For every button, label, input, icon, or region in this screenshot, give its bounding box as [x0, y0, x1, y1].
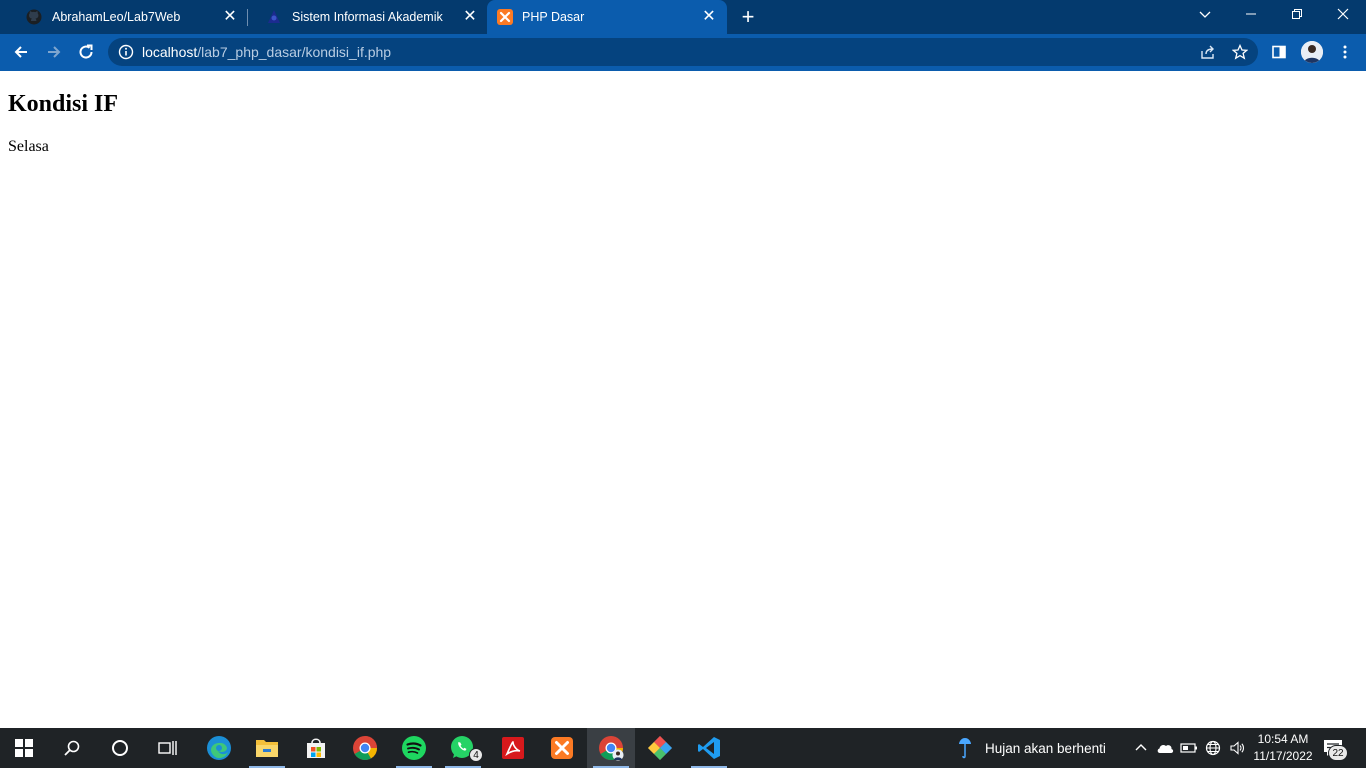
- share-icon[interactable]: [1199, 43, 1217, 61]
- tab-github[interactable]: AbrahamLeo/Lab7Web ✕: [8, 0, 248, 34]
- network-globe-icon[interactable]: [1204, 739, 1222, 757]
- vscode-app[interactable]: [685, 728, 733, 768]
- volume-icon[interactable]: [1228, 739, 1246, 757]
- chevron-up-icon: [1135, 744, 1147, 751]
- close-window-button[interactable]: [1320, 4, 1366, 26]
- restore-button[interactable]: [1274, 4, 1320, 26]
- cortana-button[interactable]: [96, 728, 144, 768]
- url-path: /lab7_php_dasar/kondisi_if.php: [197, 44, 392, 60]
- task-view-icon: [158, 741, 177, 755]
- close-tab-icon[interactable]: ✕: [701, 9, 717, 25]
- chevron-down-icon: [1199, 11, 1211, 18]
- taskbar: 4 Hujan akan berhenti 10:54 AM 11/17/202…: [0, 728, 1366, 768]
- new-tab-button[interactable]: +: [738, 6, 758, 28]
- close-tab-icon[interactable]: ✕: [462, 9, 478, 25]
- acrobat-app[interactable]: [489, 728, 537, 768]
- git-app[interactable]: [636, 728, 684, 768]
- vscode-icon: [698, 737, 720, 759]
- minimize-icon: [1246, 13, 1256, 15]
- file-explorer-app[interactable]: [243, 728, 291, 768]
- xampp-app[interactable]: [538, 728, 586, 768]
- side-panel-icon[interactable]: [1270, 43, 1288, 61]
- page-text: Selasa: [8, 138, 49, 155]
- xampp-icon: [497, 9, 513, 25]
- whatsapp-app[interactable]: 4: [439, 728, 487, 768]
- arrow-right-icon: [48, 46, 61, 58]
- task-view-button[interactable]: [144, 728, 192, 768]
- search-button[interactable]: [48, 728, 96, 768]
- battery-icon[interactable]: [1180, 739, 1198, 757]
- notification-center-button[interactable]: 22: [1323, 738, 1351, 761]
- close-tab-icon[interactable]: ✕: [222, 9, 238, 25]
- onedrive-icon[interactable]: [1156, 739, 1174, 757]
- weather-text: Hujan akan berhenti: [985, 740, 1106, 756]
- acrobat-icon: [502, 737, 524, 759]
- start-icon: [15, 739, 33, 757]
- reload-icon: [79, 44, 93, 59]
- minimize-button[interactable]: [1228, 4, 1274, 26]
- chrome-profile-icon: [599, 736, 624, 761]
- close-icon: [1337, 8, 1349, 20]
- whatsapp-badge: 4: [469, 748, 483, 762]
- store-icon: [307, 738, 325, 758]
- show-hidden-icons[interactable]: [1132, 739, 1150, 757]
- cortana-icon: [112, 740, 128, 756]
- tab-php-dasar[interactable]: PHP Dasar ✕: [487, 0, 727, 34]
- spotify-app[interactable]: [390, 728, 438, 768]
- store-app[interactable]: [292, 728, 340, 768]
- spotify-icon: [402, 736, 426, 760]
- arrow-left-icon: [14, 46, 27, 58]
- tab-strip: AbrahamLeo/Lab7Web ✕ Sistem Informasi Ak…: [0, 0, 1366, 34]
- search-icon: [64, 740, 80, 756]
- umbrella-rain-icon: [959, 738, 971, 759]
- url-host: localhost: [142, 44, 198, 60]
- edge-icon: [207, 736, 231, 760]
- clock-time: 10:54 AM: [1257, 732, 1309, 746]
- start-button[interactable]: [0, 728, 48, 768]
- xampp-icon: [551, 737, 573, 759]
- restore-icon: [1292, 9, 1302, 19]
- page-content: Kondisi IF Selasa: [0, 71, 1366, 728]
- file-explorer-icon: [256, 740, 278, 757]
- edge-app[interactable]: [195, 728, 243, 768]
- chrome-app[interactable]: [341, 728, 389, 768]
- site-info-icon[interactable]: [117, 43, 135, 61]
- chrome-icon: [353, 736, 377, 761]
- profile-avatar[interactable]: [1301, 41, 1323, 63]
- forward-button[interactable]: [41, 39, 67, 65]
- notification-count-badge: 22: [1328, 745, 1348, 761]
- reload-button[interactable]: [73, 39, 99, 65]
- menu-kebab-icon[interactable]: [1336, 43, 1354, 61]
- system-clock[interactable]: 10:54 AM 11/17/2022: [1248, 731, 1318, 765]
- site-logo-icon: [266, 9, 282, 25]
- chrome-profile-app[interactable]: [587, 728, 635, 768]
- page-heading: Kondisi IF: [8, 91, 119, 117]
- weather-widget[interactable]: Hujan akan berhenti: [958, 728, 1106, 768]
- tab-title: AbrahamLeo/Lab7Web: [52, 10, 181, 24]
- back-button[interactable]: [8, 39, 34, 65]
- tab-siakad[interactable]: Sistem Informasi Akademik ✕: [248, 0, 488, 34]
- url-text[interactable]: localhost/lab7_php_dasar/kondisi_if.php: [142, 44, 391, 60]
- git-icon: [648, 736, 672, 760]
- github-icon: [26, 9, 42, 25]
- bookmark-star-icon[interactable]: [1231, 43, 1249, 61]
- tab-title: PHP Dasar: [522, 10, 585, 24]
- clock-date: 11/17/2022: [1253, 749, 1313, 763]
- tab-search-button[interactable]: [1182, 4, 1228, 26]
- tab-title: Sistem Informasi Akademik: [292, 10, 443, 24]
